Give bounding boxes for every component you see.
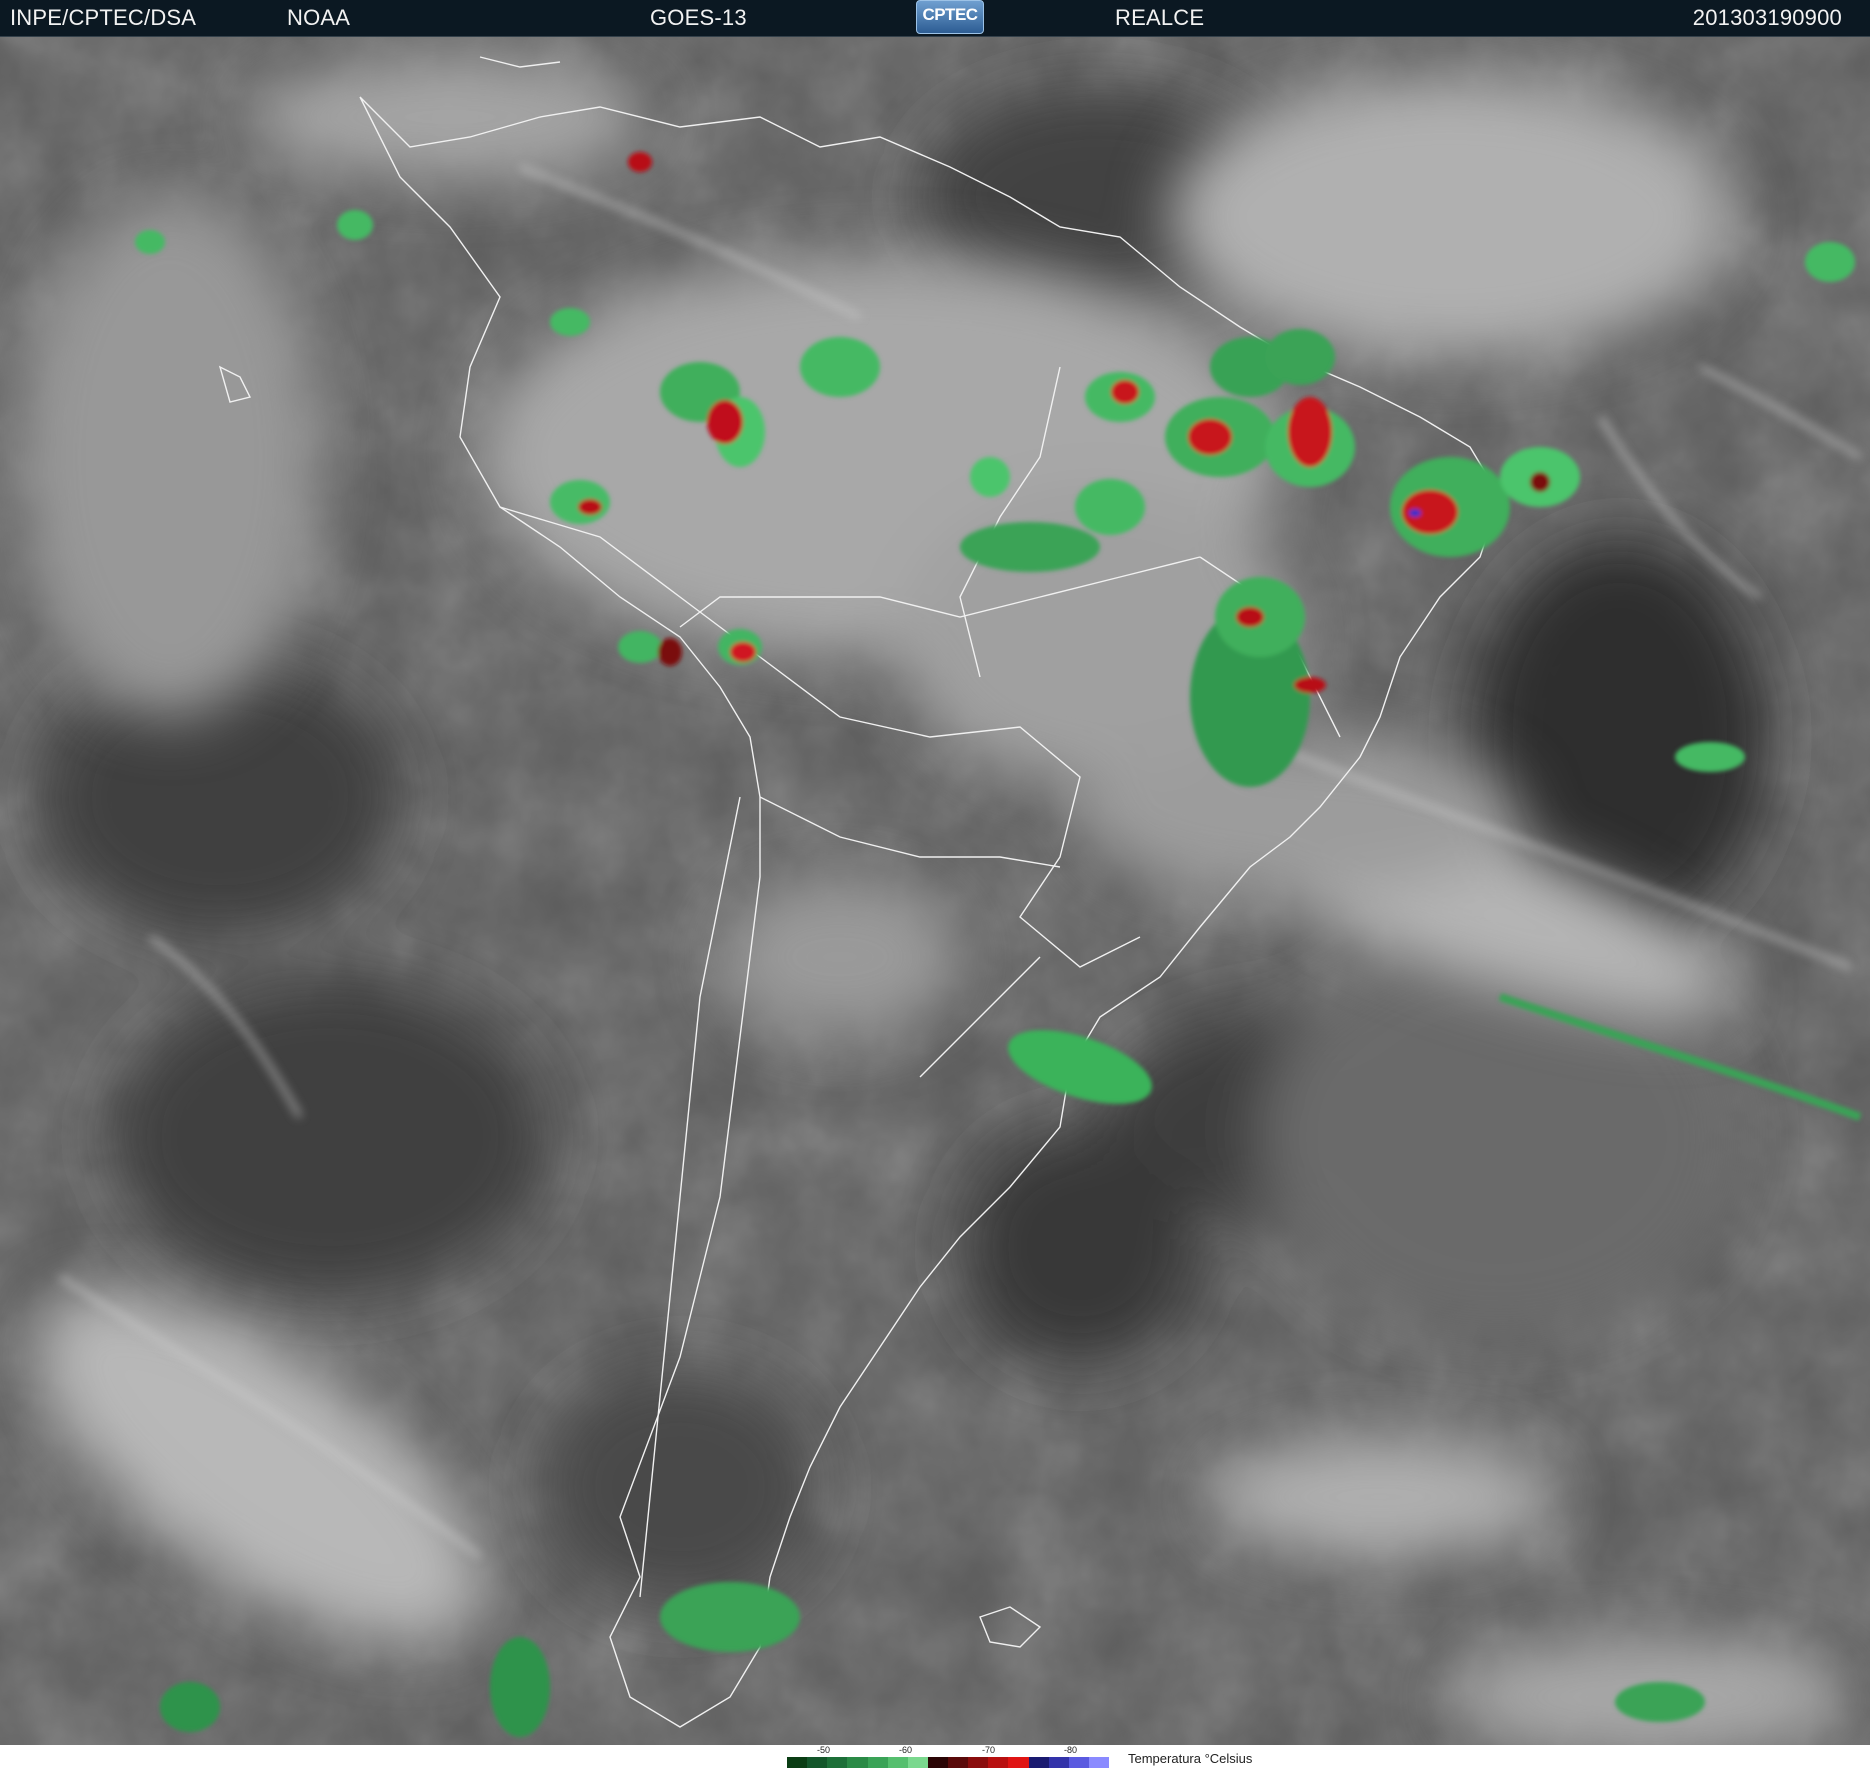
scale-ticks: -50 -60 -70 -80 — [787, 1745, 1117, 1756]
green-cell — [1805, 242, 1855, 282]
satellite-label: GOES-13 — [650, 5, 747, 30]
scale-color-swatch — [948, 1757, 969, 1768]
noaa-label: NOAA — [287, 5, 351, 30]
green-cell — [618, 631, 662, 663]
satellite-image-drawing — [0, 37, 1870, 1745]
green-cell — [1675, 742, 1745, 772]
scale-tick-label: -80 — [1064, 1745, 1078, 1755]
scale-color-swatch — [867, 1757, 888, 1768]
green-cell — [960, 522, 1100, 572]
scale-color-swatch — [807, 1757, 828, 1768]
red-cell — [1288, 397, 1332, 467]
scale-tick-label: -70 — [982, 1745, 996, 1755]
scale-color-swatch — [907, 1757, 928, 1768]
green-cell — [970, 457, 1010, 497]
red-cell — [1236, 607, 1264, 627]
green-cell — [337, 210, 373, 240]
enhancement-label: REALCE — [1115, 5, 1205, 30]
scale-color-swatch — [827, 1757, 848, 1768]
blue-cell — [1409, 509, 1421, 517]
scale-color-swatch — [1008, 1757, 1029, 1768]
green-cell — [135, 230, 165, 254]
cptec-logo-text: CPTEC — [922, 5, 978, 24]
red-cell — [707, 400, 743, 444]
red-cell — [628, 152, 652, 172]
timestamp-label: 201303190900 — [1692, 5, 1842, 30]
green-cell — [160, 1682, 220, 1732]
green-cell — [1265, 329, 1335, 385]
scale-color-swatch — [847, 1757, 868, 1768]
green-cell — [550, 308, 590, 336]
scale-color-swatch — [887, 1757, 908, 1768]
scale-color-swatch — [787, 1757, 808, 1768]
scale-color-swatch — [1068, 1757, 1089, 1768]
red-cell — [730, 642, 756, 662]
green-cell — [550, 480, 610, 524]
satellite-image — [0, 37, 1870, 1745]
cptec-logo: CPTEC — [916, 0, 984, 34]
scale-title: Temperatura °Celsius — [1128, 1751, 1253, 1766]
red-cell — [1530, 472, 1550, 492]
green-cell — [1615, 1682, 1705, 1722]
header-bar: INPE/CPTEC/DSA NOAA GOES-13 CPTEC REALCE… — [0, 0, 1870, 37]
red-cell — [1188, 419, 1232, 455]
red-cell — [1111, 380, 1139, 404]
scale-color-swatch — [1088, 1757, 1109, 1768]
scale-color-swatch — [988, 1757, 1009, 1768]
scale-color-ramp — [787, 1757, 1109, 1768]
red-cell — [578, 499, 602, 515]
green-cell — [1075, 479, 1145, 535]
scale-color-swatch — [968, 1757, 989, 1768]
red-cell — [658, 638, 682, 666]
temperature-scale: -50 -60 -70 -80 Temperatura °Celsius — [0, 1745, 1870, 1770]
green-cell — [800, 337, 880, 397]
scale-color-swatch — [927, 1757, 948, 1768]
scale-color-swatch — [1048, 1757, 1069, 1768]
scale-tick-label: -50 — [817, 1745, 831, 1755]
red-cell — [1294, 677, 1326, 693]
scale-tick-label: -60 — [899, 1745, 913, 1755]
green-cell — [660, 1582, 800, 1652]
green-cell — [490, 1637, 550, 1737]
scale-color-swatch — [1028, 1757, 1049, 1768]
agency-label: INPE/CPTEC/DSA — [10, 5, 197, 30]
